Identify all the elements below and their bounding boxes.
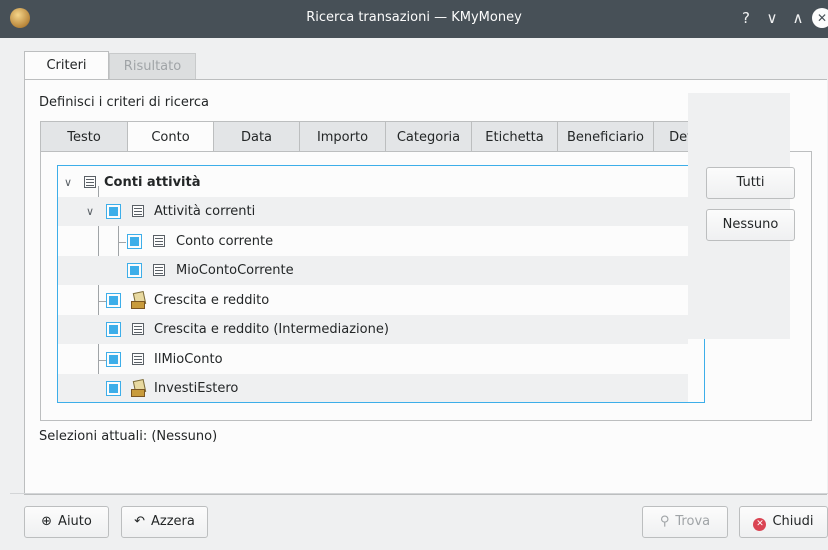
account-checkbox[interactable] (106, 293, 121, 308)
current-selection-status: Selezioni attuali: (Nessuno) (39, 429, 218, 444)
window-titlebar: Ricerca transazioni — KMyMoney ? ∨ ∧ ✕ (0, 0, 828, 38)
tab-criteri[interactable]: Criteri (24, 51, 109, 80)
account-icon (84, 176, 96, 188)
account-checkbox[interactable] (127, 263, 142, 278)
criteria-heading: Definisci i criteri di ricerca (39, 95, 210, 110)
investment-icon (131, 290, 147, 309)
account-checkbox[interactable] (106, 204, 121, 219)
select-all-button[interactable]: Tutti (706, 167, 795, 199)
tab-testo[interactable]: Testo (40, 121, 127, 152)
account-icon (132, 205, 144, 217)
help-button[interactable]: ⊕ Aiuto (24, 506, 109, 538)
tab-importo[interactable]: Importo (299, 121, 385, 152)
undo-icon: ↶ (134, 514, 146, 529)
close-button[interactable]: ✕ Chiudi (739, 506, 828, 538)
expand-chevron-icon[interactable]: ∨ (86, 197, 94, 226)
tree-row[interactable]: Crescita e reddito (Intermediazione) (58, 315, 688, 344)
tree-item-label: Crescita e reddito (Intermediazione) (154, 322, 389, 337)
tree-item-label: Conti attività (104, 175, 201, 190)
search-icon: ⚲ (659, 514, 670, 529)
tab-etichetta[interactable]: Etichetta (471, 121, 557, 152)
tree-row[interactable]: Conto corrente (58, 227, 688, 256)
tab-categoria[interactable]: Categoria (385, 121, 471, 152)
close-circle-icon: ✕ (753, 518, 767, 531)
tree-item-label: Attività correnti (154, 204, 256, 219)
close-button-label: Chiudi (772, 514, 814, 529)
tree-item-label: IlMioConto (154, 352, 223, 367)
investment-icon (131, 378, 147, 397)
help-button-label: Aiuto (58, 514, 92, 529)
account-checkbox[interactable] (127, 234, 142, 249)
minimize-icon[interactable]: ∨ (762, 8, 782, 28)
account-checkbox[interactable] (106, 381, 121, 396)
account-icon (132, 353, 144, 365)
window-title: Ricerca transazioni — KMyMoney (306, 10, 522, 25)
tree-row[interactable]: MioContoCorrente (58, 256, 688, 285)
account-tree[interactable]: ∨ Conti attività ∨ Attività correnti Con… (57, 165, 705, 403)
account-icon (153, 264, 165, 276)
tree-row[interactable]: IlMioConto (58, 345, 688, 374)
account-icon (132, 323, 144, 335)
expand-chevron-icon[interactable]: ∨ (64, 168, 72, 197)
tree-row-root[interactable]: ∨ Conti attività (58, 168, 688, 197)
find-button[interactable]: ⚲ Trova (642, 506, 728, 538)
tree-item-label: InvestiEstero (154, 381, 239, 396)
help-icon[interactable]: ? (736, 8, 756, 28)
tab-conto[interactable]: Conto (127, 121, 213, 153)
tree-row[interactable]: Crescita e reddito (58, 286, 688, 315)
account-icon (153, 235, 165, 247)
account-checkbox[interactable] (106, 352, 121, 367)
maximize-icon[interactable]: ∧ (788, 8, 808, 28)
footer-separator (10, 493, 828, 494)
tab-data[interactable]: Data (213, 121, 299, 152)
find-button-label: Trova (675, 514, 711, 529)
tree-row[interactable]: ∨ Attività correnti (58, 197, 688, 226)
tree-item-label: Crescita e reddito (154, 293, 270, 308)
tab-beneficiario[interactable]: Beneficiario (557, 121, 653, 152)
close-window-icon[interactable]: ✕ (812, 8, 828, 28)
tree-item-label: Conto corrente (176, 234, 274, 249)
tree-row[interactable]: InvestiEstero (58, 374, 688, 402)
reset-button[interactable]: ↶ Azzera (121, 506, 208, 538)
account-checkbox[interactable] (106, 322, 121, 337)
lifebuoy-icon: ⊕ (41, 514, 53, 529)
select-none-button[interactable]: Nessuno (706, 209, 795, 241)
reset-button-label: Azzera (151, 514, 195, 529)
tree-item-label: MioContoCorrente (176, 263, 294, 278)
tab-risultato[interactable]: Risultato (109, 53, 196, 79)
